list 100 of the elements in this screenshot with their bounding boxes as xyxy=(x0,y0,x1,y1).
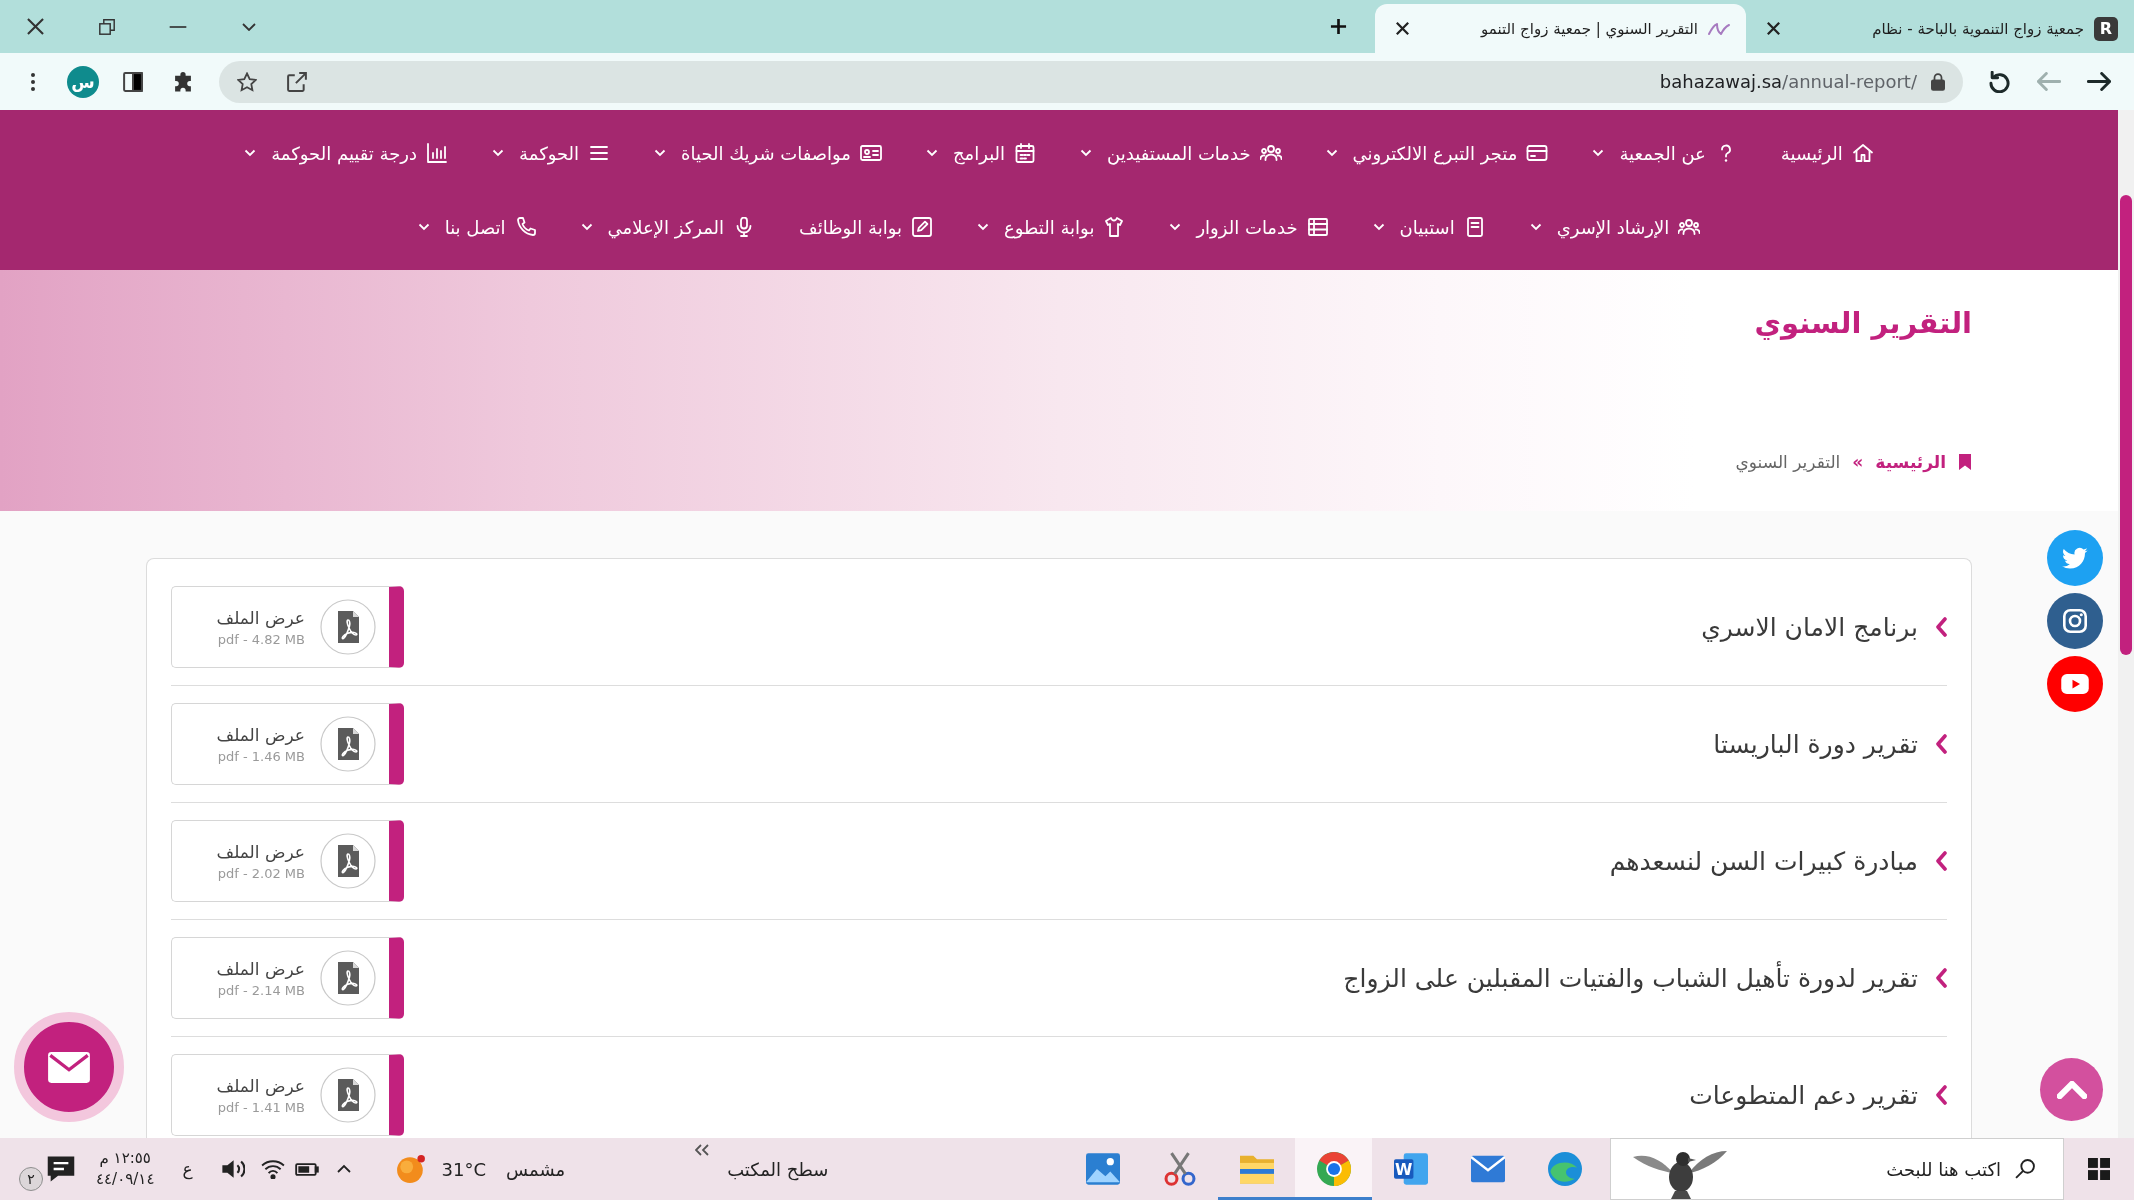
chevron-icon xyxy=(1936,968,1947,988)
scrollbar-thumb[interactable] xyxy=(2120,195,2132,655)
breadcrumb-separator: » xyxy=(1852,451,1864,474)
pdf-file-icon xyxy=(320,1067,376,1123)
chevron-icon xyxy=(1936,617,1947,637)
chevron-icon xyxy=(1936,734,1947,754)
address-bar[interactable]: bahazawaj.sa/annual-report/ xyxy=(219,60,1963,103)
caret-icon xyxy=(1080,149,1093,157)
browser-tab[interactable]: التقرير السنوي | جمعية زواج التنمو xyxy=(1375,4,1746,53)
report-title: تقرير لدورة تأهيل الشباب والفتيات المقبلين على الزواج xyxy=(1343,963,1918,993)
nav-link[interactable]: الحوكمة xyxy=(492,142,611,164)
url-text[interactable]: bahazawaj.sa/annual-report/ xyxy=(1659,71,1917,92)
language-indicator[interactable]: ع xyxy=(182,1159,193,1179)
search-icon xyxy=(2015,1159,2035,1179)
bar-chart-icon xyxy=(426,143,449,163)
nav-link[interactable]: خدمات المستفيدين xyxy=(1080,142,1282,164)
taskbar-button[interactable] xyxy=(1295,1138,1372,1200)
minimize-icon xyxy=(167,24,188,29)
file-size-text: pdf - 2.14 MB xyxy=(217,982,305,998)
play-icon xyxy=(2061,674,2089,694)
close-icon xyxy=(1395,22,1409,35)
more-vertical-icon xyxy=(30,71,36,92)
home-icon xyxy=(1851,143,1874,163)
nav-link[interactable]: البرامج xyxy=(925,142,1037,164)
caret-icon xyxy=(492,149,505,157)
report-title: تقرير دعم المتطوعات xyxy=(1689,1080,1918,1110)
lock-icon xyxy=(1931,72,1945,91)
chevron-down-icon xyxy=(241,22,256,31)
breadcrumb-current: التقرير السنوي xyxy=(1735,451,1841,475)
report-title: برنامج الامان الاسري xyxy=(1701,612,1918,642)
share-icon xyxy=(287,71,307,92)
desktop-toolbar-label[interactable]: سطح المكتب xyxy=(727,1158,829,1180)
breadcrumb-link[interactable]: الرئيسية xyxy=(1875,449,1946,475)
profile-button[interactable]: س xyxy=(61,61,105,102)
users-icon xyxy=(1678,217,1701,237)
social-link[interactable] xyxy=(2047,530,2103,586)
nav-link[interactable]: الرئيسية xyxy=(1780,142,1874,164)
notification-badge: ٢ xyxy=(19,1167,43,1191)
arrow-left-icon xyxy=(2037,72,2061,91)
nav-link[interactable]: خدمات الزوار xyxy=(1169,216,1329,238)
caret-icon xyxy=(1325,149,1338,157)
caret-icon xyxy=(417,223,430,231)
search-field[interactable]: اكتب هنا للبحث xyxy=(1749,1156,2001,1182)
nav-link[interactable]: استبيان xyxy=(1372,216,1486,238)
side-panel-icon xyxy=(123,71,143,92)
plus-icon xyxy=(1329,18,1347,35)
report-title: مبادرة كبيرات السن لنسعدهم xyxy=(1609,846,1918,876)
calendar-icon xyxy=(1014,143,1037,163)
close-icon xyxy=(1766,22,1780,35)
nav-link[interactable]: مواصفات شريك الحياة xyxy=(654,142,882,164)
reload-icon xyxy=(1988,70,2010,93)
battery-icon[interactable] xyxy=(294,1162,319,1176)
id-card-icon xyxy=(859,143,882,163)
restore-icon xyxy=(98,18,115,35)
nav-link[interactable]: اتصل بنا xyxy=(417,216,537,238)
pdf-file-icon xyxy=(320,950,376,1006)
users-icon xyxy=(1259,143,1282,163)
report-title: تقرير دورة الباريستا xyxy=(1713,729,1918,759)
pdf-file-icon xyxy=(320,833,376,889)
caret-icon xyxy=(977,223,989,231)
star-icon xyxy=(237,71,257,92)
shirt-icon xyxy=(1103,217,1126,237)
chevron-icon xyxy=(1936,851,1947,871)
caret-icon xyxy=(925,149,938,157)
nav-link[interactable]: متجر التبرع الالكتروني xyxy=(1325,142,1549,164)
nav-link[interactable]: الإرشاد الإسري xyxy=(1529,216,1701,238)
arrow-right-icon xyxy=(2087,72,2111,91)
nav-link[interactable]: بوابة الوظائف xyxy=(799,216,933,238)
page-title: التقرير السنوي xyxy=(1754,305,1972,342)
credit-card-icon xyxy=(1526,143,1549,163)
edit-icon xyxy=(911,217,933,237)
nav-link[interactable]: المركز الإعلامي xyxy=(580,216,756,238)
chevron-up-icon[interactable] xyxy=(335,1164,352,1174)
wifi-icon[interactable] xyxy=(260,1159,285,1179)
chevron-up-icon xyxy=(2056,1080,2087,1099)
photo-icon xyxy=(1085,1152,1120,1186)
double-chevron-icon[interactable] xyxy=(695,1144,710,1156)
speaker-icon[interactable] xyxy=(220,1159,245,1179)
close-icon xyxy=(27,18,44,35)
sun-icon[interactable] xyxy=(395,1154,426,1184)
nav-link[interactable]: درجة تقييم الحوكمة xyxy=(244,142,449,164)
clock[interactable]: ١٢:٥٥ م ٤٤/٠٩/١٤ xyxy=(96,1148,155,1190)
windows-icon xyxy=(2088,1158,2110,1180)
temperature-text[interactable]: 31°C xyxy=(441,1158,487,1180)
list-icon xyxy=(588,143,611,163)
social-link[interactable] xyxy=(2047,656,2103,712)
file-size-text: pdf - 1.46 MB xyxy=(217,748,305,764)
caret-icon xyxy=(580,223,593,231)
taskbar-button[interactable]: W xyxy=(1372,1138,1449,1200)
nav-link[interactable]: عن الجمعية xyxy=(1592,142,1737,164)
nav-link[interactable]: بوابة التطوع xyxy=(977,216,1126,238)
file-size-text: pdf - 2.02 MB xyxy=(217,865,305,881)
notification-icon[interactable] xyxy=(46,1155,76,1183)
search-box[interactable]: اكتب هنا للبحث xyxy=(1610,1138,2064,1200)
bookmark-icon xyxy=(1958,453,1972,471)
caret-icon xyxy=(654,149,667,157)
favicon: R xyxy=(2094,16,2118,41)
file-size-text: pdf - 1.41 MB xyxy=(217,1099,305,1115)
weather-text[interactable]: مشمس xyxy=(506,1158,566,1180)
social-link[interactable] xyxy=(2047,593,2103,649)
